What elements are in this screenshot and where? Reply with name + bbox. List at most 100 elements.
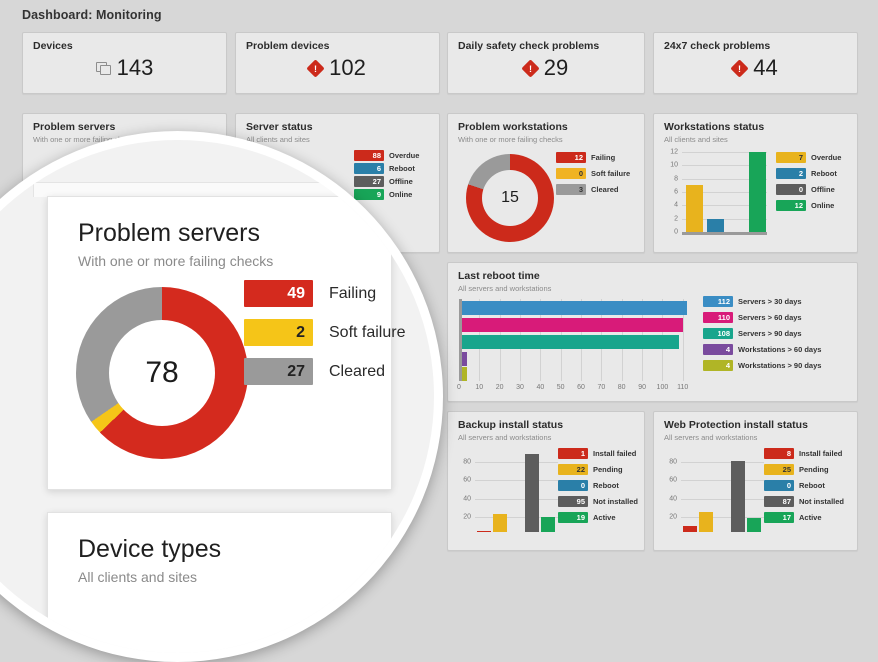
donut-total: 15 [482,170,538,226]
legend-item[interactable]: 88 Overdue [354,150,419,161]
magnified-card-device-types[interactable]: Device types All clients and sites [47,512,392,653]
x-tick: 40 [536,384,545,391]
kpi-card-problem-devices[interactable]: Problem devices 102 [235,32,440,94]
kpi-card-devices[interactable]: Devices 143 [22,32,227,94]
legend-item[interactable]: 0 Offline [776,184,841,195]
legend-swatch-value: 8 [764,448,794,459]
legend-label: Offline [389,177,413,186]
card-title: Problem workstations [458,121,568,133]
card-workstations-status[interactable]: Workstations status All clients and site… [653,113,858,253]
legend-swatch-value: 112 [703,296,733,307]
legend-item[interactable]: 22 Pending [558,464,638,475]
legend-label: Online [811,201,835,210]
y-tick: 40 [463,495,471,503]
legend-item[interactable]: 110 Servers > 60 days [703,312,821,323]
card-title: Problem servers [78,219,260,247]
legend-item[interactable]: 4 Workstations > 60 days [703,344,821,355]
legend-swatch-value: 110 [703,312,733,323]
bar-not-installed [525,454,539,532]
legend-swatch-value: 2 [244,319,313,346]
card-title: Backup install status [458,419,564,431]
card-last-reboot-time[interactable]: Last reboot time All servers and worksta… [447,262,858,402]
donut-chart-problem-workstations: 15 [466,154,554,242]
legend-label: Pending [593,465,623,474]
legend-problem-workstations: 12 Failing 0 Soft failure 3 Cleared [556,152,630,200]
plot-area [459,299,699,381]
kpi-label: Problem devices [246,40,330,52]
card-title: Problem servers [33,121,116,133]
legend-swatch-value: 4 [703,344,733,355]
y-tick: 6 [674,188,678,196]
y-tick: 80 [669,458,677,466]
x-tick: 60 [577,384,585,391]
card-title: Web Protection install status [664,419,808,431]
legend-label: Active [799,513,822,522]
kpi-value-wrap: 102 [236,55,439,81]
dashboard-root: Dashboard: Monitoring Devices 143 Proble… [0,0,878,662]
bar-chart-workstations-status: 0 2 4 6 8 10 12 [662,149,767,244]
legend-label: Overdue [811,153,842,162]
legend-swatch-value: 49 [244,280,313,307]
legend-item[interactable]: 2 Reboot [776,168,841,179]
legend-item[interactable]: 95 Not installed [558,496,638,507]
legend-item[interactable]: 12 Failing [556,152,630,163]
x-tick: 80 [617,384,626,391]
legend-last-reboot-time: 112 Servers > 30 days 110 Servers > 60 d… [703,296,821,376]
card-title: Device types [78,535,222,563]
legend-swatch-value: 7 [776,152,806,163]
x-tick: 90 [638,384,646,391]
legend-item[interactable]: 3 Cleared [556,184,630,195]
magnified-card-problem-servers[interactable]: Problem servers With one or more failing… [47,196,405,490]
card-title: Last reboot time [458,270,540,282]
kpi-value: 44 [753,55,778,80]
legend-item[interactable]: 87 Not installed [764,496,844,507]
legend-item[interactable]: 12 Online [776,200,841,211]
card-subtitle: All servers and workstations [458,433,552,442]
kpi-value: 143 [116,55,154,80]
x-tick: 10 [475,384,484,391]
card-backup-install-status[interactable]: Backup install status All servers and wo… [447,411,645,551]
legend-swatch-value: 25 [764,464,794,475]
legend-swatch-value: 22 [558,464,588,475]
card-subtitle: All servers and workstations [458,284,552,293]
y-tick: 80 [463,458,471,466]
legend-backup-install-status: 1 Install failed 22 Pending 0 Reboot 95 … [558,448,638,528]
legend-item[interactable]: 108 Servers > 90 days [703,328,821,339]
y-tick: 0 [674,228,678,236]
kpi-card-24x7-check-problems[interactable]: 24x7 check problems 44 [653,32,858,94]
legend-item[interactable]: 49 Failing [244,280,405,307]
legend-item[interactable]: 0 Reboot [558,480,638,491]
legend-swatch-value: 27 [244,358,313,385]
legend-swatch-value: 95 [558,496,588,507]
legend-item[interactable]: 2 Soft failure [244,319,405,346]
legend-label: Servers > 30 days [738,297,802,306]
card-subtitle: With one or more failing checks [78,253,274,269]
y-tick: 60 [463,476,471,484]
legend-swatch-value: 6 [354,163,384,174]
legend-item[interactable]: 0 Soft failure [556,168,630,179]
card-problem-workstations[interactable]: Problem workstations With one or more fa… [447,113,645,253]
legend-item[interactable]: 112 Servers > 30 days [703,296,821,307]
kpi-card-daily-safety-check-problems[interactable]: Daily safety check problems 29 [447,32,645,94]
legend-label: Install failed [799,449,843,458]
legend-item[interactable]: 0 Reboot [764,480,844,491]
y-tick: 4 [674,201,678,209]
kpi-label: Devices [33,40,73,52]
legend-item[interactable]: 7 Overdue [776,152,841,163]
legend-item[interactable]: 17 Active [764,512,844,523]
y-axis: 20 40 60 80 [453,450,471,532]
legend-item[interactable]: 1 Install failed [558,448,638,459]
legend-item[interactable]: 6 Reboot [354,163,419,174]
legend-label: Install failed [593,449,637,458]
legend-item[interactable]: 4 Workstations > 90 days [703,360,821,371]
legend-item[interactable]: 27 Cleared [244,358,405,385]
legend-label: Reboot [799,481,825,490]
legend-label: Soft failure [329,323,406,341]
plot-area [475,450,558,532]
legend-label: Servers > 90 days [738,329,802,338]
card-web-protection-install-status[interactable]: Web Protection install status All server… [653,411,858,551]
x-tick: 50 [556,384,565,391]
legend-item[interactable]: 19 Active [558,512,638,523]
legend-item[interactable]: 8 Install failed [764,448,844,459]
legend-item[interactable]: 25 Pending [764,464,844,475]
